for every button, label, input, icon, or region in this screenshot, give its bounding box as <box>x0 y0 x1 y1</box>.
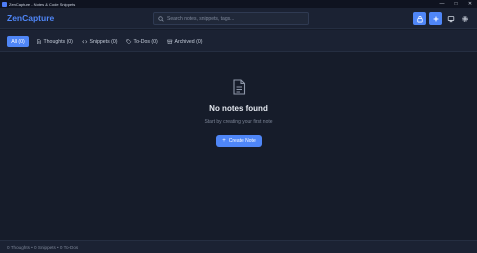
settings-button[interactable] <box>458 12 471 25</box>
create-note-label: Create Note <box>228 138 256 144</box>
monitor-icon <box>447 15 454 22</box>
tab-snippets-label: Snippets (0) <box>89 38 118 45</box>
maximize-button[interactable]: □ <box>449 0 463 8</box>
filter-tabs: All (0) Thoughts (0) Snippets (0) To-Dos… <box>0 30 477 52</box>
brand-title: ZenCapture <box>7 13 55 23</box>
create-note-button[interactable]: + Create Note <box>216 135 262 147</box>
lock-button[interactable] <box>413 12 426 25</box>
new-note-button[interactable] <box>429 12 442 25</box>
app-icon <box>2 1 7 7</box>
tab-snippets[interactable]: Snippets (0) <box>82 36 117 47</box>
code-icon <box>82 39 88 44</box>
minimize-button[interactable]: — <box>435 0 449 8</box>
search-icon <box>158 15 164 22</box>
close-button[interactable]: ✕ <box>463 0 477 8</box>
gear-icon <box>461 15 468 22</box>
document-icon <box>233 79 246 95</box>
app-header: ZenCapture Search notes, snippets, tags.… <box>0 8 477 29</box>
plus-icon: + <box>222 138 226 144</box>
lock-icon <box>416 15 423 22</box>
tab-archived[interactable]: Archived (0) <box>167 36 202 47</box>
notes-area: No notes found Start by creating your fi… <box>0 53 477 240</box>
search-placeholder: Search notes, snippets, tags... <box>167 15 235 22</box>
window-controls: — □ ✕ <box>435 0 477 8</box>
window-titlebar: ZenCapture - Notes & Code Snippets — □ ✕ <box>0 0 477 8</box>
tab-todos-label: To-Dos (0) <box>133 38 158 45</box>
document-icon <box>37 39 41 44</box>
empty-state-title: No notes found <box>209 104 268 113</box>
tab-thoughts[interactable]: Thoughts (0) <box>36 36 73 47</box>
status-counts: 0 Thoughts • 0 Snippets • 0 To-Dos <box>7 244 79 250</box>
tag-icon <box>126 39 132 45</box>
display-button[interactable] <box>444 12 457 25</box>
tab-thoughts-label: Thoughts (0) <box>43 38 73 45</box>
tab-todos[interactable]: To-Dos (0) <box>126 36 158 47</box>
archive-icon <box>167 39 173 44</box>
tab-archived-label: Archived (0) <box>174 38 203 45</box>
empty-state-subtitle: Start by creating your first note <box>204 119 273 125</box>
search-input[interactable]: Search notes, snippets, tags... <box>153 12 309 25</box>
tab-all[interactable]: All (0) <box>7 36 29 47</box>
window-title: ZenCapture - Notes & Code Snippets <box>9 1 76 7</box>
status-bar: 0 Thoughts • 0 Snippets • 0 To-Dos <box>0 240 477 253</box>
plus-icon <box>433 16 438 21</box>
